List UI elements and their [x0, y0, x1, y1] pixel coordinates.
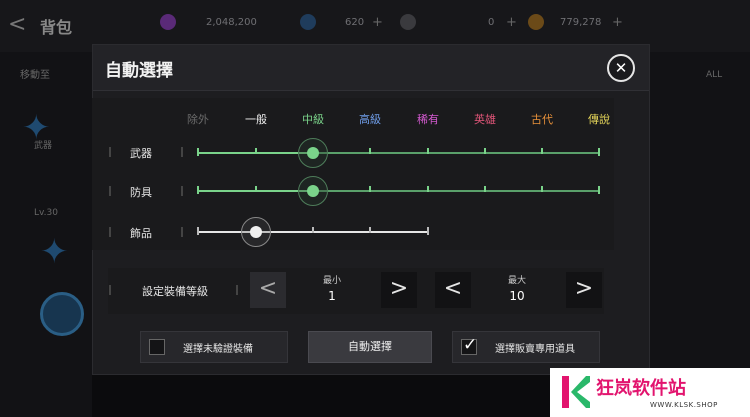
row-marker — [181, 227, 183, 237]
row-marker — [109, 147, 111, 157]
watermark-logo-icon — [562, 376, 590, 408]
grade-ancient: 古代 — [531, 113, 553, 126]
min-level-caption: 最小 — [322, 276, 341, 286]
row-marker — [181, 147, 183, 157]
row-marker — [109, 285, 111, 295]
watermark-url: WWW.KLSK.SHOP — [650, 401, 718, 409]
close-button[interactable]: ✕ — [607, 54, 635, 82]
slider-knob[interactable] — [250, 226, 262, 238]
gold-coin-icon — [528, 14, 544, 30]
slider-tick — [312, 227, 314, 233]
min-level-value: 1 — [328, 289, 336, 303]
slider-tick — [197, 186, 199, 194]
min-increase-button[interactable]: > — [381, 272, 417, 308]
min-level-stepper: 最小 1 — [278, 272, 386, 308]
blue-gem-icon — [300, 14, 316, 30]
shield-icon — [40, 292, 84, 336]
currency-4: 779,278 — [560, 17, 602, 28]
max-level-caption: 最大 — [507, 276, 526, 286]
watermark-text: 狂岚软件站 — [596, 378, 686, 399]
grade-advanced: 高級 — [359, 113, 381, 126]
weapon-row-label: 武器 — [130, 147, 152, 160]
slider-tick — [369, 227, 371, 233]
slider-tick — [369, 148, 371, 154]
currency-2: 620 — [345, 17, 365, 28]
back-button[interactable]: < — [8, 12, 26, 37]
chevron-right-icon: > — [389, 276, 409, 301]
armor-row-label: 防具 — [130, 186, 152, 199]
row-marker — [109, 227, 111, 237]
dialog-header: 自動選擇 ✕ — [93, 45, 649, 91]
chevron-left-icon: < — [258, 276, 278, 301]
currency-3: 0 — [488, 17, 495, 28]
slider-tick — [541, 148, 543, 154]
slider-tick — [598, 186, 600, 194]
purple-gem-icon — [160, 14, 176, 30]
chevron-right-icon: > — [574, 276, 594, 301]
slider-rest — [313, 190, 599, 192]
slider-tick — [255, 148, 257, 154]
currency-1: 2,048,200 — [206, 17, 257, 28]
item-star-icon-2: ✦ — [40, 232, 69, 272]
grade-normal: 一般 — [245, 113, 267, 126]
slider-tick — [598, 148, 600, 156]
slider-knob[interactable] — [307, 147, 319, 159]
right-panel: ALL — [650, 52, 750, 417]
level-setting-label: 設定裝備等級 — [142, 285, 208, 298]
slider-tick — [427, 227, 429, 235]
slider-rest — [313, 152, 599, 154]
slider-tick — [484, 186, 486, 192]
watermark: 狂岚软件站 WWW.KLSK.SHOP — [550, 368, 750, 417]
slider-tick — [197, 148, 199, 156]
add-currency-2-button[interactable]: + — [372, 15, 383, 30]
left-panel: 移動至 ✦ 武器 Lv.30 ✦ — [0, 52, 92, 417]
sale-items-toggle[interactable]: ✓ 選擇販賣專用道具 — [452, 331, 600, 363]
auto-select-button[interactable]: 自動選擇 — [308, 331, 432, 363]
max-level-stepper: 最大 10 — [463, 272, 571, 308]
close-icon: ✕ — [614, 59, 628, 77]
row-marker — [236, 285, 238, 295]
sale-checkbox[interactable]: ✓ — [461, 335, 477, 355]
slider-tick — [369, 186, 371, 192]
slider-tick — [541, 186, 543, 192]
grade-rare: 稀有 — [417, 113, 439, 126]
slider-tick — [427, 186, 429, 192]
unverified-checkbox[interactable] — [149, 339, 165, 355]
sale-label: 選擇販賣專用道具 — [495, 344, 575, 355]
max-level-value: 10 — [509, 289, 525, 303]
chevron-left-icon: < — [443, 276, 463, 301]
filter-all[interactable]: ALL — [706, 70, 722, 80]
row-marker — [181, 186, 183, 196]
level-text: Lv.30 — [34, 208, 58, 218]
grade-hero: 英雄 — [474, 113, 496, 126]
slider-tick — [484, 148, 486, 154]
unverified-equipment-toggle[interactable]: 選擇未驗證裝備 — [140, 331, 288, 363]
grade-legend: 傳說 — [588, 113, 610, 126]
max-increase-button[interactable]: > — [566, 272, 602, 308]
row-marker — [109, 186, 111, 196]
add-currency-3-button[interactable]: + — [506, 15, 517, 30]
grade-intermediate: 中級 — [302, 113, 324, 126]
grade-exclude: 除外 — [187, 113, 209, 126]
slider-knob[interactable] — [307, 185, 319, 197]
accessory-row-label: 飾品 — [130, 227, 152, 240]
check-icon: ✓ — [463, 335, 478, 355]
slider-tick — [255, 186, 257, 192]
unverified-label: 選擇未驗證裝備 — [183, 344, 253, 355]
slider-tick — [197, 227, 199, 235]
move-tab[interactable]: 移動至 — [20, 66, 50, 81]
add-currency-4-button[interactable]: + — [612, 15, 623, 30]
inventory-title: 背包 — [40, 18, 73, 37]
weapon-tag: 武器 — [34, 141, 53, 151]
grey-gem-icon — [400, 14, 416, 30]
dialog-title: 自動選擇 — [105, 61, 173, 81]
slider-tick — [427, 148, 429, 154]
